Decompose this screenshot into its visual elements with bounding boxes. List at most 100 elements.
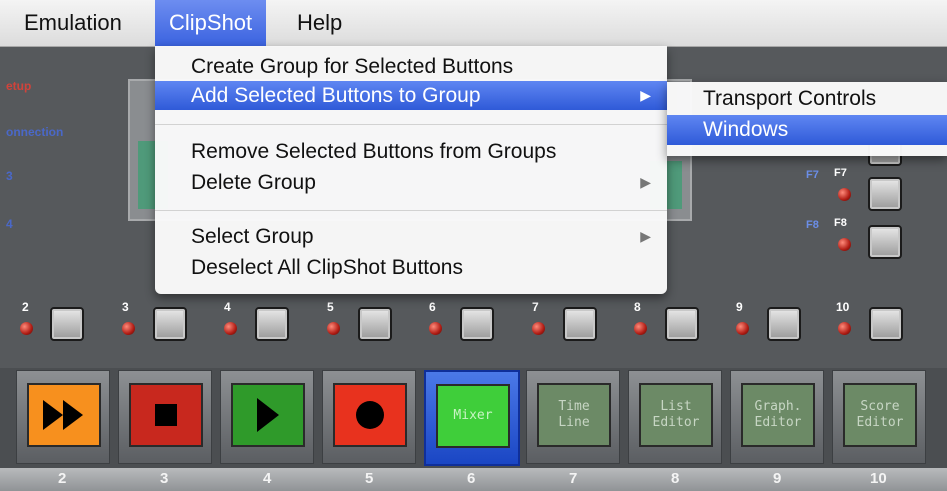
menu-help[interactable]: Help <box>283 0 356 46</box>
small-button-2[interactable] <box>50 307 84 341</box>
small-button-8[interactable] <box>665 307 699 341</box>
small-button-5[interactable] <box>358 307 392 341</box>
button-face: Mixer <box>436 384 510 448</box>
fast-forward-icon <box>43 400 83 430</box>
side-label-4[interactable]: 4 <box>6 217 13 231</box>
small-button-number: 7 <box>532 300 539 314</box>
menu-item-label: Create Group for Selected Buttons <box>191 55 514 78</box>
small-button-number: 8 <box>634 300 641 314</box>
f8-key-label: F8 <box>806 219 819 231</box>
button-face <box>27 383 101 447</box>
menu-item-label: Add Selected Buttons to Group <box>191 84 481 107</box>
button-face: Time Line <box>537 383 611 447</box>
small-button-number: 4 <box>224 300 231 314</box>
menu-item-remove-from-groups[interactable]: Remove Selected Buttons from Groups <box>155 137 667 166</box>
clipshot-button-score-editor[interactable]: Score Editor <box>832 370 926 464</box>
button-number: 7 <box>569 470 578 487</box>
f8-key-sublabel: F8 <box>834 217 847 229</box>
button-number: 6 <box>467 470 476 487</box>
button-number: 9 <box>773 470 782 487</box>
f8-button[interactable] <box>868 225 902 259</box>
menu-item-deselect-all[interactable]: Deselect All ClipShot Buttons <box>155 253 667 282</box>
small-button-10[interactable] <box>869 307 903 341</box>
submenu-arrow-icon: ▶ <box>640 87 651 103</box>
side-label-3[interactable]: 3 <box>6 169 13 183</box>
record-icon <box>356 401 384 429</box>
small-button-4[interactable] <box>255 307 289 341</box>
small-button-led <box>429 322 442 335</box>
menu-emulation[interactable]: Emulation <box>10 0 136 46</box>
button-number: 4 <box>263 470 272 487</box>
clipshot-button-graph-editor[interactable]: Graph. Editor <box>730 370 824 464</box>
small-button-number: 2 <box>22 300 29 314</box>
menu-separator <box>155 124 667 125</box>
group-submenu: Transport Controls Windows <box>667 82 947 156</box>
menu-item-label: Delete Group <box>191 171 316 194</box>
button-number-row: 2 3 4 5 6 7 8 9 10 <box>0 468 947 491</box>
button-number: 3 <box>160 470 169 487</box>
button-face <box>231 383 305 447</box>
small-button-led <box>122 322 135 335</box>
small-button-9[interactable] <box>767 307 801 341</box>
small-button-led <box>20 322 33 335</box>
side-label-connection[interactable]: onnection <box>6 125 63 139</box>
small-button-led <box>634 322 647 335</box>
small-button-number: 10 <box>836 300 850 314</box>
button-label: Score Editor <box>856 399 904 430</box>
small-button-7[interactable] <box>563 307 597 341</box>
clipshot-button-time-line[interactable]: Time Line <box>526 370 620 464</box>
clipshot-button-mixer[interactable]: Mixer <box>424 370 520 466</box>
button-face <box>129 383 203 447</box>
small-button-number: 6 <box>429 300 436 314</box>
small-button-led <box>224 322 237 335</box>
f7-button[interactable] <box>868 177 902 211</box>
small-button-3[interactable] <box>153 307 187 341</box>
clipshot-button-fast-forward[interactable] <box>16 370 110 464</box>
play-icon <box>257 398 279 432</box>
menu-item-delete-group[interactable]: Delete Group ▶ <box>155 168 667 197</box>
small-button-led <box>327 322 340 335</box>
menu-item-label: Select Group <box>191 225 314 248</box>
f7-led <box>838 188 851 201</box>
small-button-number: 9 <box>736 300 743 314</box>
submenu-arrow-icon: ▶ <box>640 174 651 190</box>
f7-key-sublabel: F7 <box>834 167 847 179</box>
button-face: List Editor <box>639 383 713 447</box>
clipshot-button-list-editor[interactable]: List Editor <box>628 370 722 464</box>
side-label-setup[interactable]: etup <box>6 79 31 93</box>
submenu-arrow-icon: ▶ <box>640 228 651 244</box>
button-label: List Editor <box>652 399 700 430</box>
submenu-item-transport-controls[interactable]: Transport Controls <box>667 84 947 114</box>
menu-item-label: Deselect All ClipShot Buttons <box>191 256 463 279</box>
clipshot-button-record[interactable] <box>322 370 416 464</box>
button-label: Mixer <box>453 408 493 423</box>
small-button-led <box>838 322 851 335</box>
small-button-6[interactable] <box>460 307 494 341</box>
small-button-led <box>736 322 749 335</box>
button-label: Time Line <box>558 399 590 430</box>
button-number: 5 <box>365 470 374 487</box>
f7-key-label: F7 <box>806 169 819 181</box>
small-button-led <box>532 322 545 335</box>
menu-item-add-to-group[interactable]: Add Selected Buttons to Group ▶ <box>155 81 667 110</box>
button-label: Graph. Editor <box>754 399 802 430</box>
menu-item-create-group[interactable]: Create Group for Selected Buttons <box>155 52 667 81</box>
small-button-number: 5 <box>327 300 334 314</box>
stop-icon <box>155 404 177 426</box>
clipshot-menu: Create Group for Selected Buttons Add Se… <box>155 46 667 294</box>
clipshot-button-play[interactable] <box>220 370 314 464</box>
menu-item-label: Remove Selected Buttons from Groups <box>191 140 557 163</box>
button-number: 2 <box>58 470 67 487</box>
menu-clipshot[interactable]: ClipShot <box>155 0 267 46</box>
clipshot-button-stop[interactable] <box>118 370 212 464</box>
menu-item-select-group[interactable]: Select Group ▶ <box>155 222 667 251</box>
menu-bar: Emulation ClipShot Help <box>0 0 947 47</box>
button-number: 8 <box>671 470 680 487</box>
button-face: Score Editor <box>843 383 917 447</box>
submenu-item-windows[interactable]: Windows <box>667 115 947 145</box>
menu-separator <box>155 210 667 211</box>
small-button-number: 3 <box>122 300 129 314</box>
f8-led <box>838 238 851 251</box>
button-face: Graph. Editor <box>741 383 815 447</box>
button-face <box>333 383 407 447</box>
